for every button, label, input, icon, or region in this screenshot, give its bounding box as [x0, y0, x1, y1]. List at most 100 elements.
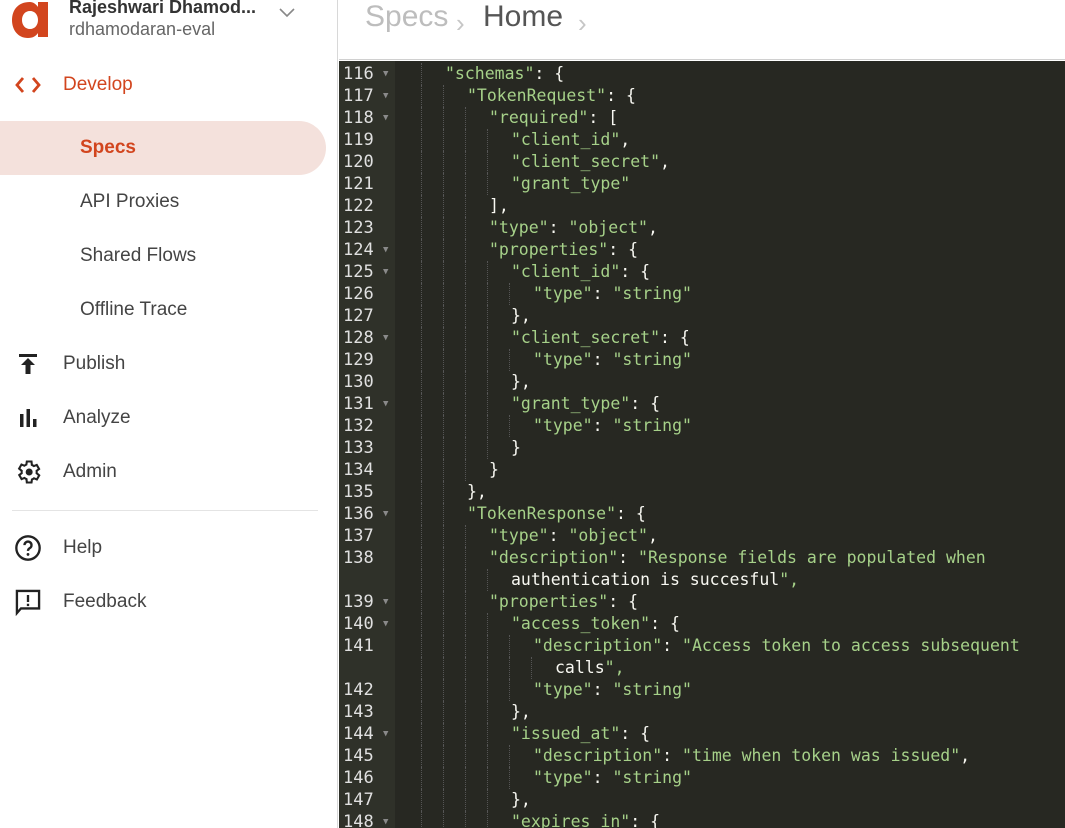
nav-admin[interactable]: Admin — [0, 445, 326, 499]
line-number: 130 — [343, 372, 374, 392]
apigee-logo-icon — [12, 2, 48, 38]
code-line: 136 ▼ "TokenResponse": { — [339, 503, 1065, 525]
indent-guide — [443, 789, 444, 811]
nav-develop-label: Develop — [63, 74, 133, 95]
indent-guide — [465, 679, 466, 701]
indent-guide — [487, 635, 488, 657]
indent-guide — [465, 569, 466, 591]
indent-guide — [465, 525, 466, 547]
nav-publish[interactable]: Publish — [0, 337, 326, 391]
app-root: Rajeshwari Dhamod... rdhamodaran-eval De… — [0, 0, 1065, 828]
line-number: 131 — [343, 394, 374, 414]
nav-shared-flows[interactable]: Shared Flows — [0, 229, 326, 283]
code-line: calls", — [339, 657, 1065, 679]
line-number: 141 — [343, 636, 374, 656]
indent-guide — [421, 107, 422, 129]
code-line: 126 "type": "string" — [339, 283, 1065, 305]
nav-feedback[interactable]: Feedback — [0, 575, 326, 629]
indent-guide — [487, 657, 488, 679]
code-text: }, — [467, 482, 487, 501]
code-text: "description": "Response fields are popu… — [489, 548, 986, 567]
indent-guide — [421, 723, 422, 745]
fold-toggle-icon[interactable]: ▼ — [383, 327, 388, 349]
code-text: "description": "Access token to access s… — [533, 636, 1020, 655]
line-number: 134 — [343, 460, 374, 480]
indent-guide — [421, 371, 422, 393]
bar-chart-icon — [14, 404, 42, 432]
nav-specs[interactable]: Specs — [0, 121, 326, 175]
breadcrumb-specs[interactable]: Specs — [365, 0, 448, 34]
code-line: 138 "description": "Response fields are p… — [339, 547, 1065, 569]
indent-guide — [443, 129, 444, 151]
nav-analyze[interactable]: Analyze — [0, 391, 326, 445]
indent-guide — [443, 327, 444, 349]
fold-toggle-icon[interactable]: ▼ — [383, 261, 388, 283]
code-line: 137 "type": "object", — [339, 525, 1065, 547]
indent-guide — [443, 503, 444, 525]
code-line: 128 ▼ "client_secret": { — [339, 327, 1065, 349]
indent-guide — [465, 459, 466, 481]
code-text: "type": "string" — [533, 680, 692, 699]
line-number: 146 — [343, 768, 374, 788]
indent-guide — [421, 63, 422, 85]
indent-guide — [487, 129, 488, 151]
code-line: 133} — [339, 437, 1065, 459]
code-text: "client_id": { — [511, 262, 651, 281]
fold-toggle-icon[interactable]: ▼ — [383, 503, 388, 525]
indent-guide — [421, 811, 422, 828]
code-line: 143}, — [339, 701, 1065, 723]
indent-guide — [487, 327, 488, 349]
fold-toggle-icon[interactable]: ▼ — [383, 393, 388, 415]
line-number: 125 — [343, 262, 374, 282]
indent-guide — [443, 393, 444, 415]
code-text: "client_secret": { — [511, 328, 690, 347]
account-switcher[interactable]: Rajeshwari Dhamod... rdhamodaran-eval — [0, 0, 338, 50]
fold-toggle-icon[interactable]: ▼ — [383, 811, 388, 828]
nav-offline-trace[interactable]: Offline Trace — [0, 283, 326, 337]
page-header: Specs › Home › — [339, 0, 1065, 60]
fold-toggle-icon[interactable]: ▼ — [383, 85, 388, 107]
nav-api-proxies[interactable]: API Proxies — [0, 175, 326, 229]
fold-toggle-icon[interactable]: ▼ — [383, 107, 388, 129]
indent-guide — [487, 173, 488, 195]
code-text: "grant_type": { — [511, 394, 661, 413]
nav-help[interactable]: Help — [0, 521, 326, 575]
line-number: 122 — [343, 196, 374, 216]
indent-guide — [421, 283, 422, 305]
indent-guide — [465, 129, 466, 151]
indent-guide — [465, 613, 466, 635]
indent-guide — [421, 261, 422, 283]
breadcrumb-home[interactable]: Home — [483, 0, 563, 34]
code-line: 134} — [339, 459, 1065, 481]
nav-develop[interactable]: Develop — [0, 58, 326, 112]
indent-guide — [509, 767, 510, 789]
fold-toggle-icon[interactable]: ▼ — [383, 591, 388, 613]
indent-guide — [443, 305, 444, 327]
indent-guide — [421, 789, 422, 811]
indent-guide — [509, 349, 510, 371]
breadcrumb-separator-icon: › — [578, 8, 587, 38]
code-text: "TokenResponse": { — [467, 504, 646, 523]
code-line: 146 "type": "string" — [339, 767, 1065, 789]
indent-guide — [465, 349, 466, 371]
indent-guide — [465, 415, 466, 437]
indent-guide — [487, 283, 488, 305]
code-icon — [14, 71, 42, 99]
indent-guide — [421, 437, 422, 459]
indent-guide — [421, 415, 422, 437]
line-number: 142 — [343, 680, 374, 700]
code-editor[interactable]: 116 ▼ "schemas": {117 ▼ "TokenRequest": {118… — [339, 61, 1065, 828]
fold-toggle-icon[interactable]: ▼ — [383, 63, 388, 85]
indent-guide — [487, 415, 488, 437]
code-text: "grant_type" — [511, 174, 631, 193]
line-number: 136 — [343, 504, 374, 524]
code-line: 124 ▼ "properties": { — [339, 239, 1065, 261]
code-text: "properties": { — [489, 240, 639, 259]
fold-toggle-icon[interactable]: ▼ — [383, 239, 388, 261]
indent-guide — [443, 283, 444, 305]
code-text: "properties": { — [489, 592, 639, 611]
fold-toggle-icon[interactable]: ▼ — [383, 723, 388, 745]
chevron-down-icon[interactable] — [278, 6, 296, 18]
code-text: }, — [511, 790, 531, 809]
fold-toggle-icon[interactable]: ▼ — [383, 613, 388, 635]
